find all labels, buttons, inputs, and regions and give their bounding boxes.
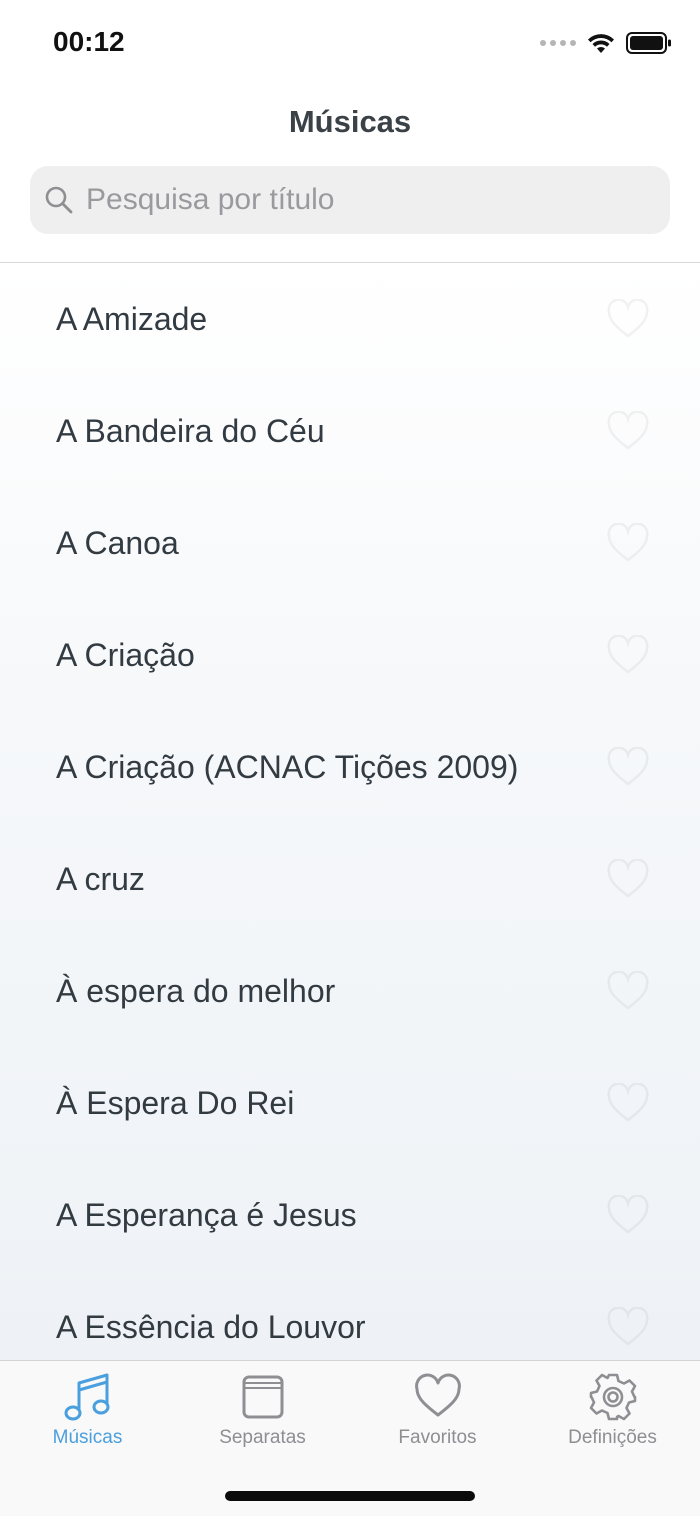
search-bar[interactable] [30,166,670,234]
song-title: A Esperança é Jesus [56,1196,357,1233]
song-list[interactable]: A Amizade A Bandeira do Céu A Canoa A Cr… [0,263,700,1360]
booklet-icon [242,1375,283,1419]
list-item[interactable]: A cruz [0,823,700,935]
search-input[interactable] [86,183,626,217]
heart-icon[interactable] [606,1307,650,1347]
home-indicator[interactable] [225,1491,475,1501]
tab-label: Definições [568,1427,657,1448]
song-title: A Essência do Louvor [56,1308,366,1345]
tab-label: Favoritos [398,1427,477,1448]
list-item[interactable]: A Criação (ACNAC Tições 2009) [0,711,700,823]
song-title: A Amizade [56,300,208,337]
heart-icon[interactable] [606,1195,650,1235]
tab-musicas[interactable]: Músicas [0,1371,175,1461]
song-title: A Canoa [56,524,179,561]
song-title: À Espera Do Rei [56,1084,295,1121]
heart-icon[interactable] [606,971,650,1011]
status-time: 00:12 [53,26,125,57]
heart-icon[interactable] [606,635,650,675]
song-title: A Criação (ACNAC Tições 2009) [56,748,519,785]
music-note-icon [64,1373,109,1421]
tab-label: Músicas [52,1427,123,1448]
heart-icon[interactable] [606,859,650,899]
search-icon [45,186,73,214]
battery-icon [626,32,671,54]
song-title: A cruz [56,860,145,897]
tab-label: Separatas [219,1427,306,1448]
tab-bar: Músicas Separatas Favoritos Definições [0,1360,700,1516]
list-item[interactable]: A Criação [0,599,700,711]
list-item[interactable]: A Amizade [0,263,700,375]
gear-icon [589,1373,636,1421]
status-icons [540,30,672,56]
list-item[interactable]: À espera do melhor [0,935,700,1047]
tab-definicoes[interactable]: Definições [525,1371,700,1461]
song-title: À espera do melhor [56,972,336,1009]
heart-icon [414,1373,461,1417]
app-screen: 00:12 Músicas A [0,0,700,1516]
heart-icon[interactable] [606,523,650,563]
tab-separatas[interactable]: Separatas [175,1371,350,1461]
list-item[interactable]: A Essência do Louvor [0,1271,700,1360]
heart-icon[interactable] [606,299,650,339]
wifi-icon [588,34,614,53]
list-item[interactable]: A Esperança é Jesus [0,1159,700,1271]
list-item[interactable]: À Espera Do Rei [0,1047,700,1159]
song-title: A Criação [56,636,195,673]
heart-icon[interactable] [606,747,650,787]
list-item[interactable]: A Canoa [0,487,700,599]
tab-favoritos[interactable]: Favoritos [350,1371,525,1461]
heart-icon[interactable] [606,411,650,451]
list-item[interactable]: A Bandeira do Céu [0,375,700,487]
song-title: A Bandeira do Céu [56,412,325,449]
cellular-signal-icon [540,40,576,46]
status-bar: 00:12 [0,0,700,88]
page-title: Músicas [288,104,412,139]
heart-icon[interactable] [606,1083,650,1123]
